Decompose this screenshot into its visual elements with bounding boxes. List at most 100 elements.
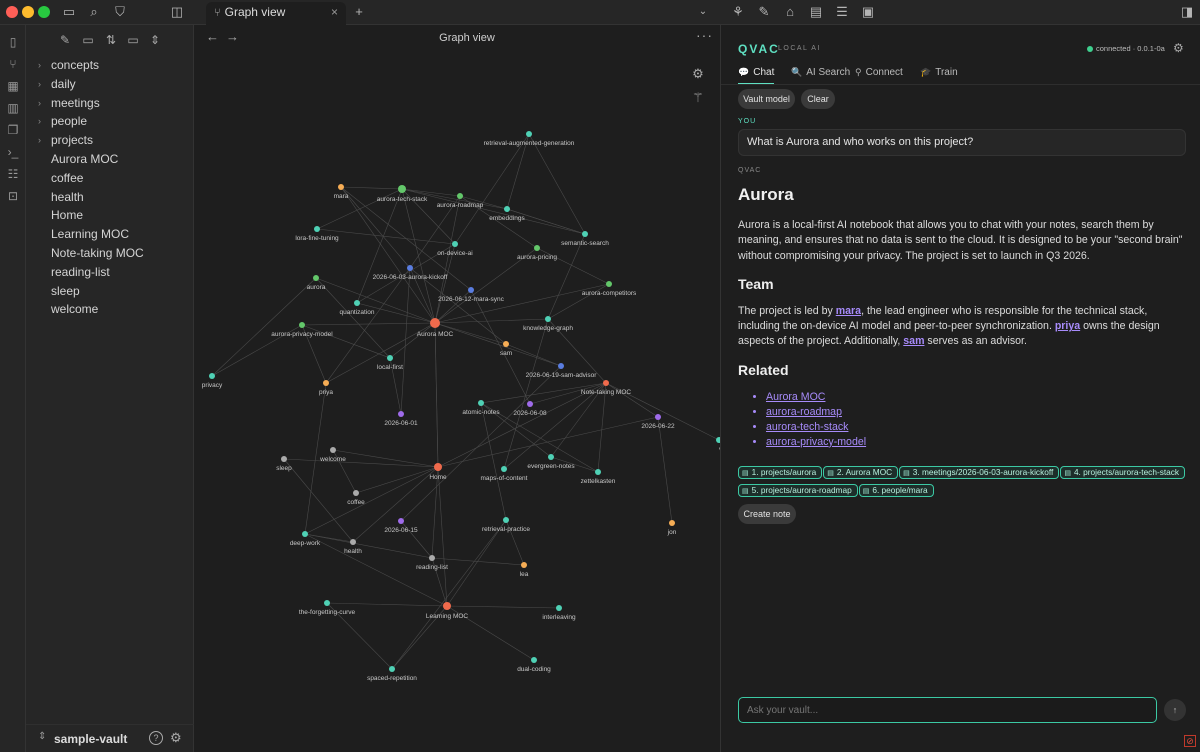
graph-node-sync[interactable]	[468, 287, 474, 293]
vault-chevron-icon[interactable]: ⇕	[38, 731, 46, 742]
file-icon[interactable]: ▯	[4, 33, 22, 51]
graph-node-sleep[interactable]	[281, 456, 287, 462]
tab-connect[interactable]: ⚲ Connect	[855, 63, 903, 85]
send-arrow-icon[interactable]: ↑	[1164, 699, 1186, 721]
chevron-right-icon[interactable]: ›	[38, 56, 41, 75]
tree-file[interactable]: Aurora MOC	[26, 150, 194, 169]
pen-icon[interactable]: ✎	[755, 3, 773, 21]
graph-node-lea[interactable]	[521, 562, 527, 568]
link-sam[interactable]: sam	[903, 335, 924, 347]
tab-ai-search[interactable]: 🔍 AI Search	[791, 63, 850, 85]
tree-file[interactable]: sleep	[26, 282, 194, 301]
vault-name[interactable]: sample-vault	[54, 732, 127, 746]
graph-node-ap[interactable]	[534, 245, 540, 251]
chevron-right-icon[interactable]: ›	[38, 94, 41, 113]
graph-node-zk[interactable]	[595, 469, 601, 475]
new-tab-button[interactable]: +	[350, 3, 368, 21]
tag-icon[interactable]: ⌂	[781, 3, 799, 21]
chevron-down-icon[interactable]: ⌄	[694, 3, 712, 21]
graph-node-il[interactable]	[556, 605, 562, 611]
chevron-right-icon[interactable]: ›	[38, 75, 41, 94]
graph-node-kg[interactable]	[545, 316, 551, 322]
tree-folder[interactable]: › projects	[26, 131, 194, 150]
graph-canvas[interactable]: retrieval-augmented-generation mara aurora…	[194, 25, 721, 752]
checklist-icon[interactable]: ☷	[4, 165, 22, 183]
magic-wand-icon[interactable]: ⚚	[689, 89, 707, 107]
graph-node-sadv[interactable]	[558, 363, 564, 369]
graph-node-d15[interactable]	[398, 518, 404, 524]
tree-folder[interactable]: › concepts	[26, 56, 194, 75]
ai-settings-gear-icon[interactable]: ⚙	[1173, 41, 1184, 55]
expand-icon[interactable]: ⇕	[146, 31, 164, 49]
graph-node-ats[interactable]	[398, 185, 406, 193]
vault-model-button[interactable]: Vault model	[738, 89, 795, 109]
graph-node-jon[interactable]	[669, 520, 675, 526]
close-window-button[interactable]	[6, 6, 18, 18]
sidebar-toggle-icon[interactable]: ◫	[168, 3, 186, 21]
folder-icon[interactable]: ▭	[60, 3, 78, 21]
graph-node-rp[interactable]	[503, 517, 509, 523]
source-chip[interactable]: ▤ 6. people/mara	[858, 484, 934, 497]
graph-node-sam[interactable]	[503, 341, 509, 347]
collapse-icon[interactable]: ▭	[124, 31, 142, 49]
tree-file[interactable]: Note-taking MOC	[26, 244, 194, 263]
sort-icon[interactable]: ⇅	[102, 31, 120, 49]
graph-node-ntmoc[interactable]	[603, 380, 609, 386]
archive-icon[interactable]: ▤	[807, 3, 825, 21]
close-tab-icon[interactable]: ×	[331, 2, 338, 23]
settings-gear-icon[interactable]: ⚙	[170, 730, 182, 746]
graph-node-rl[interactable]	[429, 555, 435, 561]
graph-icon[interactable]: ⑂	[4, 55, 22, 73]
tab-train[interactable]: 🎓 Train	[920, 63, 958, 85]
tree-file[interactable]: coffee	[26, 169, 194, 188]
clear-button[interactable]: Clear	[801, 89, 835, 109]
graph-node-en[interactable]	[548, 454, 554, 460]
graph-node-tfc[interactable]	[324, 600, 330, 606]
graph-node-moc2[interactable]	[501, 466, 507, 472]
graph-node-mara[interactable]	[338, 184, 344, 190]
tab-graph-view[interactable]: ⑂ Graph view ×	[206, 2, 346, 25]
tree-folder[interactable]: › meetings	[26, 94, 194, 113]
chevron-right-icon[interactable]: ›	[38, 112, 41, 131]
source-chip[interactable]: ▤ 3. meetings/2026-06-03-aurora-kickoff	[899, 466, 1060, 479]
related-link[interactable]: Aurora MOC	[766, 391, 825, 403]
graph-node-lora[interactable]	[314, 226, 320, 232]
copy-icon[interactable]: ❐	[4, 121, 22, 139]
new-note-icon[interactable]: ✎	[56, 31, 74, 49]
graph-node-coffee[interactable]	[353, 490, 359, 496]
search-icon[interactable]: ⌕	[85, 3, 103, 21]
tree-folder[interactable]: › daily	[26, 75, 194, 94]
bookmark-icon[interactable]: ⛉	[111, 3, 129, 21]
graph-node-d22[interactable]	[655, 414, 661, 420]
graph-node-ar[interactable]	[457, 193, 463, 199]
graph-settings-gear-icon[interactable]: ⚙	[689, 65, 707, 83]
plugin-icon[interactable]: ⚘	[729, 3, 747, 21]
tree-file[interactable]: health	[26, 188, 194, 207]
graph-node-apm[interactable]	[299, 322, 305, 328]
tree-file[interactable]: reading-list	[26, 263, 194, 282]
related-link[interactable]: aurora-privacy-model	[766, 436, 866, 448]
vault-switcher[interactable]: ⇕ sample-vault ? ⚙	[26, 724, 194, 752]
tree-file[interactable]: Learning MOC	[26, 225, 194, 244]
graph-node-emb[interactable]	[504, 206, 510, 212]
graph-node-welcome[interactable]	[330, 447, 336, 453]
graph-node-lmoc[interactable]	[443, 602, 451, 610]
graph-node-kick[interactable]	[407, 265, 413, 271]
related-link[interactable]: aurora-tech-stack	[766, 421, 848, 433]
related-link[interactable]: aurora-roadmap	[766, 406, 842, 418]
tree-file[interactable]: welcome	[26, 300, 194, 319]
minimize-window-button[interactable]	[22, 6, 34, 18]
ask-vault-input[interactable]	[738, 697, 1157, 723]
graph-node-dc[interactable]	[531, 657, 537, 663]
graph-node-ac[interactable]	[606, 281, 612, 287]
list-icon[interactable]: ☰	[833, 3, 851, 21]
graph-node-lf[interactable]	[387, 355, 393, 361]
create-note-button[interactable]: Create note	[738, 504, 796, 524]
graph-node-privacy[interactable]	[209, 373, 215, 379]
right-sidebar-toggle-icon[interactable]: ◨	[1178, 3, 1196, 21]
link-mara[interactable]: mara	[836, 305, 861, 317]
calendar-icon[interactable]: ▥	[4, 99, 22, 117]
robot-icon[interactable]: ⊡	[4, 187, 22, 205]
tree-folder[interactable]: › people	[26, 112, 194, 131]
graph-node-health[interactable]	[350, 539, 356, 545]
